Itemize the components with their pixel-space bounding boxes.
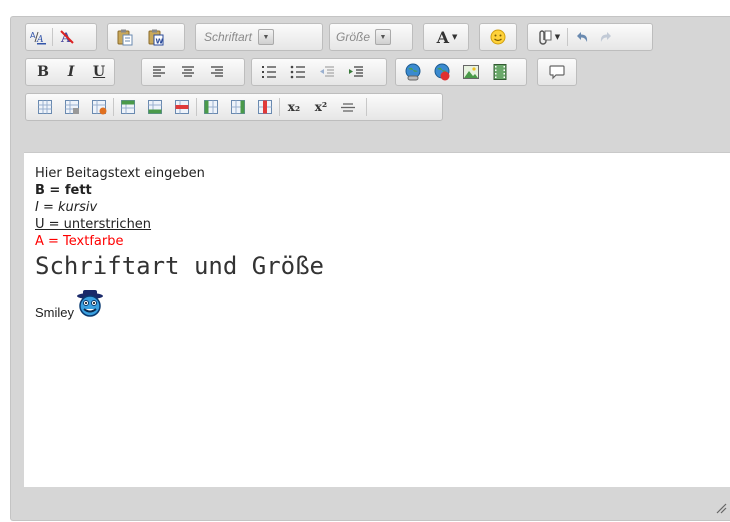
speech-bubble-icon[interactable]: [546, 61, 568, 83]
italic-button[interactable]: I: [60, 61, 82, 83]
italic-word: kursiv: [58, 200, 98, 215]
smiley-emoticon-icon: [75, 289, 105, 321]
insert-video-icon[interactable]: [489, 61, 511, 83]
bold-label: B: [37, 64, 49, 80]
editor-footer: [24, 487, 730, 522]
toolbar-group-smiley: [479, 23, 517, 51]
paste-icon[interactable]: [114, 26, 136, 48]
toolbar-group-size: Größe ▼: [329, 23, 413, 51]
content-line-color: A = Textfarbe: [35, 234, 124, 249]
font-size-a-label: A: [436, 27, 450, 47]
align-center-icon[interactable]: [177, 61, 199, 83]
remove-format-icon[interactable]: A: [56, 26, 78, 48]
font-select[interactable]: Schriftart ▼: [204, 26, 275, 48]
insert-col-after-icon[interactable]: [227, 96, 249, 118]
content-line-smiley: Smiley: [35, 289, 720, 321]
superscript-label: x²: [314, 100, 328, 114]
font-size-menu-button[interactable]: A ▼: [428, 26, 466, 48]
resize-grip-icon[interactable]: [715, 499, 727, 518]
insert-link-icon[interactable]: [402, 61, 424, 83]
separator: [113, 98, 114, 116]
outdent-icon[interactable]: [316, 61, 338, 83]
content-line-italic: I = kursiv: [35, 199, 720, 216]
font-select-placeholder: Schriftart: [204, 30, 253, 44]
smiley-label: Smiley: [35, 305, 75, 320]
editor-content-area[interactable]: Hier Beitagstext eingeben B = fett I = k…: [24, 152, 730, 487]
smiley-icon[interactable]: [487, 26, 509, 48]
toolbar-group-lists: [251, 58, 387, 86]
horizontal-rule-icon[interactable]: [337, 96, 359, 118]
separator: [279, 98, 280, 116]
italic-label: I: [67, 64, 75, 80]
separator: [52, 28, 53, 46]
toolbar-row-3: x₂ x²: [11, 87, 730, 123]
insert-row-before-icon[interactable]: [117, 96, 139, 118]
toolbar-group-paste: W: [107, 23, 185, 51]
size-select[interactable]: Größe ▼: [336, 26, 392, 48]
separator: [366, 98, 367, 116]
toolbar-group-table: x₂ x²: [25, 93, 443, 121]
svg-text:A: A: [60, 31, 72, 46]
attachment-icon[interactable]: ▼: [532, 26, 564, 48]
bold-word: fett: [64, 183, 92, 198]
separator: [196, 98, 197, 116]
toolbar-group-comment: [537, 58, 577, 86]
chevron-down-icon: ▼: [452, 33, 458, 41]
redo-icon[interactable]: [595, 26, 617, 48]
superscript-button[interactable]: x²: [310, 96, 332, 118]
undo-icon[interactable]: [571, 26, 593, 48]
delete-table-icon[interactable]: [88, 96, 110, 118]
align-left-icon[interactable]: [148, 61, 170, 83]
paste-word-icon[interactable]: W: [145, 26, 167, 48]
toolbar-group-links-media: [395, 58, 527, 86]
content-line-bold: B = fett: [35, 182, 720, 199]
content-line-font-size: Schriftart und Größe: [35, 252, 324, 280]
text-color-icon[interactable]: A A: [27, 26, 49, 48]
toolbar-group-fontsize-menu: A ▼: [423, 23, 469, 51]
table-properties-icon[interactable]: [61, 96, 83, 118]
bold-button[interactable]: B: [32, 61, 54, 83]
toolbar-row-2: B I U: [11, 52, 730, 88]
delete-col-icon[interactable]: [254, 96, 276, 118]
italic-prefix: I =: [35, 200, 58, 215]
bullet-list-icon[interactable]: [287, 61, 309, 83]
numbered-list-icon[interactable]: [258, 61, 280, 83]
delete-row-icon[interactable]: [171, 96, 193, 118]
toolbar-group-align: [141, 58, 245, 86]
bold-prefix: B =: [35, 183, 65, 198]
remove-link-icon[interactable]: [431, 61, 453, 83]
insert-image-icon[interactable]: [460, 61, 482, 83]
toolbar-row-1: A A A W Schriftart ▼ Größe ▼ A ▼ ▼: [11, 17, 730, 53]
content-line-underline: U = unterstrichen: [35, 217, 152, 232]
svg-text:A: A: [30, 31, 36, 40]
separator: [567, 28, 568, 46]
toolbar-group-attach-undo: ▼: [527, 23, 653, 51]
content-line-intro: Hier Beitagstext eingeben: [35, 166, 205, 181]
svg-text:W: W: [156, 38, 164, 46]
underline-label: U: [92, 64, 106, 80]
underline-button[interactable]: U: [88, 61, 110, 83]
chevron-down-icon: ▼: [375, 29, 392, 45]
insert-col-before-icon[interactable]: [200, 96, 222, 118]
chevron-down-icon: ▼: [554, 33, 561, 41]
table-icon[interactable]: [34, 96, 56, 118]
rich-text-editor: A A A W Schriftart ▼ Größe ▼ A ▼ ▼ B I U…: [10, 16, 730, 521]
size-select-placeholder: Größe: [336, 30, 371, 44]
insert-row-after-icon[interactable]: [144, 96, 166, 118]
toolbar-group-font: Schriftart ▼: [195, 23, 323, 51]
subscript-button[interactable]: x₂: [283, 96, 305, 118]
chevron-down-icon: ▼: [258, 29, 275, 45]
toolbar-group-format: A A A: [25, 23, 97, 51]
indent-icon[interactable]: [345, 61, 367, 83]
align-right-icon[interactable]: [206, 61, 228, 83]
subscript-label: x₂: [287, 100, 301, 114]
toolbar-group-basic-styles: B I U: [25, 58, 115, 86]
